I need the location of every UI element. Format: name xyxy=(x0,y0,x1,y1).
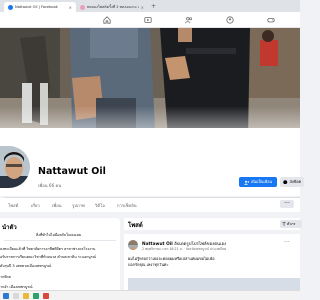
new-tab-button[interactable]: + xyxy=(151,2,156,12)
tab-friends[interactable]: เพื่อน xyxy=(52,202,62,209)
tab-about[interactable]: เกี่ยว xyxy=(31,202,40,209)
close-tab-icon[interactable]: × xyxy=(69,5,72,10)
browser-tab-facebook[interactable]: Nattawut Oil | Facebook × xyxy=(4,2,76,12)
intro-detail: ลงทะเบียนแล้วที่ วิทยาลัยการอาชีพพิจิตร … xyxy=(0,247,96,251)
friends-icon[interactable] xyxy=(184,15,194,25)
post-text: บอกรักคุณ เหงาทุกวันค่ะ xyxy=(128,262,169,267)
profile-name: Nattawut Oil xyxy=(38,166,106,177)
tab-title: Nattawut Oil | Facebook xyxy=(15,5,58,9)
intro-bio: สิ่งที่ทำไปไม่มีผลกับใจเธอเลย xyxy=(36,233,82,237)
add-friend-button[interactable]: เพิ่มเป็นเพื่อน xyxy=(239,177,277,187)
intro-detail: ากพิกล xyxy=(0,275,11,279)
taskbar xyxy=(0,290,300,300)
message-label: ส่งข้อค xyxy=(289,179,302,184)
gaming-icon[interactable] xyxy=(266,15,276,25)
post-more-button[interactable]: ··· xyxy=(284,239,290,246)
filter-button[interactable]: ตัวกร xyxy=(280,220,302,228)
posts-title: โพสต์ xyxy=(128,222,143,229)
post-header: Nattawut Oil อัปเดตรูปโปรไฟล์ของตนเอง xyxy=(142,240,226,247)
messenger-icon xyxy=(283,179,288,185)
browser-tab-secondary[interactable]: ทดลองโพสต์ครั้งที่ 2 ทดลองแรง แอ็กเคยใจก… xyxy=(76,2,148,12)
profile-tabs: โพสต์ เกี่ยว เพื่อน รูปภาพ วิดีโอ การเช็… xyxy=(0,198,300,212)
browser-tab-strip: Nattawut Oil | Facebook × ทดลองโพสต์ครั้… xyxy=(0,0,300,12)
more-options-button[interactable]: ··· xyxy=(280,200,294,208)
video-icon[interactable] xyxy=(143,15,153,25)
facebook-favicon-icon xyxy=(8,4,13,10)
tab-photos[interactable]: รูปภาพ xyxy=(72,202,85,209)
intro-title: นำตัว xyxy=(2,224,17,231)
tab-videos[interactable]: วิดีโอ xyxy=(95,202,105,209)
tab-title: ทดลองโพสต์ครั้งที่ 2 ทดลองแรง แอ็กเคยใจก… xyxy=(87,5,139,9)
posts-header: โพสต์ ตัวกร xyxy=(124,218,302,230)
add-friend-icon xyxy=(244,180,249,185)
add-friend-label: เพิ่มเป็นเพื่อน xyxy=(250,179,273,184)
filter-label: ตัวกร xyxy=(287,222,296,226)
groups-icon[interactable] xyxy=(225,15,235,25)
page-favicon-icon xyxy=(80,4,85,10)
tab-posts[interactable]: โพสต์ xyxy=(8,202,18,209)
intro-divider xyxy=(4,240,116,241)
post-author-avatar[interactable] xyxy=(128,240,138,250)
filter-icon xyxy=(282,222,286,226)
close-tab-icon[interactable]: × xyxy=(141,5,144,10)
home-icon[interactable] xyxy=(102,15,112,25)
intro-detail: ดับรุ่นปี 3 เสพชวลเมืองเพชรบูรณ์ xyxy=(0,264,52,268)
file-explorer-icon[interactable] xyxy=(23,293,29,299)
windows-start-icon[interactable] xyxy=(3,293,9,299)
search-icon[interactable] xyxy=(13,293,19,299)
facebook-top-nav xyxy=(0,12,300,28)
post-timestamp[interactable]: 2 พฤศจิกายน เวลา 18:21 น. · จังหวัดเพชรบ… xyxy=(142,247,226,252)
intro-card: นำตัว สิ่งที่ทำไปไม่มีผลกับใจเธอเลย ลงทะ… xyxy=(0,218,120,300)
chrome-icon[interactable] xyxy=(33,293,39,299)
tab-checkins[interactable]: การเช็คอิน xyxy=(117,202,137,209)
friend-count[interactable]: เพื่อน 66 คน xyxy=(38,182,61,189)
message-button[interactable]: ส่งข้อค xyxy=(280,177,304,187)
intro-detail: อรับราชการเรียนคณะวิชาที่ห้วยนวล ตำบลเขา… xyxy=(0,255,96,259)
app-icon[interactable] xyxy=(43,293,49,299)
